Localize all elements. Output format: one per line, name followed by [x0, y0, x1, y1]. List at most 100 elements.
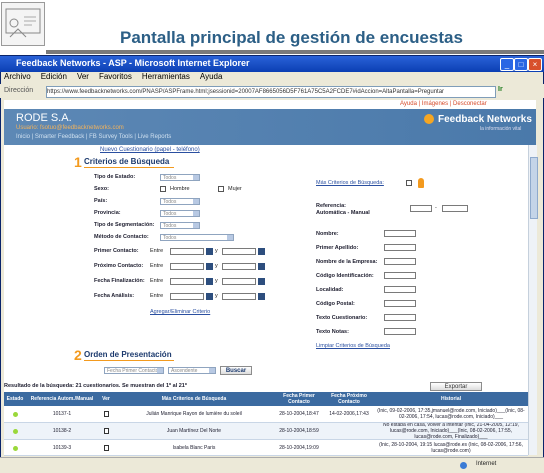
select-provincia[interactable]: Todos	[160, 210, 200, 217]
checkbox-mujer[interactable]	[218, 186, 224, 192]
input-primer-apellido[interactable]	[384, 244, 416, 251]
calendar-icon[interactable]	[206, 293, 213, 300]
table-row[interactable]: 10137-1 Julián Manrique Rayon de lumière…	[4, 406, 528, 423]
slide-title: Pantalla principal de gestión de encuest…	[120, 28, 463, 47]
table-row[interactable]: 10138-2 Juan Martínez Del Norte 28-10-20…	[4, 423, 528, 440]
search-button[interactable]: Buscar	[220, 366, 252, 375]
new-questionnaire-link[interactable]: Nuevo Cuestionario (papel - teléfono)	[100, 147, 200, 153]
calendar-icon[interactable]	[258, 263, 265, 270]
select-tipo-estado[interactable]: Todos	[160, 174, 200, 181]
input-referencia-auto[interactable]	[410, 205, 432, 212]
input-primer-hasta[interactable]	[222, 248, 256, 255]
cell-history: No estaba en casa, volver a intentar (In…	[383, 423, 519, 439]
results-table-header: Estado Referencia Autom./Manual Ver Más …	[4, 392, 528, 406]
minimize-button[interactable]: _	[500, 58, 514, 71]
status-dot-icon	[12, 428, 18, 434]
col-estado[interactable]: Estado	[4, 392, 26, 406]
input-proximo-hasta[interactable]	[222, 263, 256, 270]
checkbox-more-criteria[interactable]	[406, 180, 412, 186]
calendar-icon[interactable]	[258, 248, 265, 255]
calendar-icon[interactable]	[206, 278, 213, 285]
status-bar: Internet	[0, 457, 544, 473]
clear-criteria-link[interactable]: Limpiar Criterios de Búsqueda	[316, 343, 390, 349]
cell-name: Isabela Blanc Paris	[172, 445, 216, 451]
table-row[interactable]: 10139-3 Isabela Blanc Paris 28-10-2004,1…	[4, 440, 528, 456]
menu-ayuda[interactable]: Ayuda	[200, 72, 223, 81]
cell-first-contact: 28-10-2004,18:59	[279, 428, 319, 434]
person-icon	[418, 178, 424, 188]
label-localidad: Localidad:	[316, 287, 344, 293]
label-codigo-postal: Código Postal:	[316, 301, 355, 307]
view-document-icon[interactable]	[103, 445, 109, 451]
calendar-icon[interactable]	[258, 293, 265, 300]
input-primer-desde[interactable]	[170, 248, 204, 255]
label-tipo-estado: Tipo de Estado:	[94, 174, 136, 180]
globe-icon	[460, 462, 467, 469]
checkbox-hombre[interactable]	[160, 186, 166, 192]
scroll-thumb[interactable]	[530, 157, 538, 219]
input-finalizacion-hasta[interactable]	[222, 278, 256, 285]
calendar-icon[interactable]	[206, 263, 213, 270]
calendar-icon[interactable]	[258, 278, 265, 285]
col-ver[interactable]: Ver	[98, 392, 114, 406]
select-order-field[interactable]: Fecha Primer Contacto	[104, 367, 164, 374]
label-pais: País:	[94, 198, 108, 204]
select-order-direction[interactable]: Ascendente	[168, 367, 216, 374]
label-mujer: Mujer	[228, 186, 242, 192]
section-number-2: 2	[74, 347, 82, 363]
input-texto-cuestionario[interactable]	[384, 314, 416, 321]
label-nombre: Nombre:	[316, 231, 339, 237]
col-proximo-contacto[interactable]: Fecha Próximo Contacto	[324, 392, 374, 406]
banner-nav[interactable]: Inicio | Smarter Feedback | FB Survey To…	[16, 134, 171, 140]
label-fecha-analisis: Fecha Análisis:	[94, 293, 135, 299]
input-referencia-manual[interactable]	[442, 205, 468, 212]
go-button[interactable]: Ir	[498, 86, 503, 93]
input-analisis-desde[interactable]	[170, 293, 204, 300]
vertical-scrollbar[interactable]	[528, 145, 538, 455]
col-criterios[interactable]: Más Criterios de Búsqueda	[114, 392, 274, 406]
input-finalizacion-desde[interactable]	[170, 278, 204, 285]
col-primer-contacto[interactable]: Fecha Primer Contacto	[274, 392, 324, 406]
address-bar[interactable]: https://www.feedbacknetworks.com/PNASP/A…	[46, 86, 496, 98]
input-empresa[interactable]	[384, 258, 416, 265]
input-proximo-desde[interactable]	[170, 263, 204, 270]
input-texto-notas[interactable]	[384, 328, 416, 335]
more-criteria-label: Más Criterios de Búsqueda:	[316, 180, 384, 186]
menu-archivo[interactable]: Archivo	[4, 72, 31, 81]
label-y: y	[215, 263, 218, 269]
label-hombre: Hombre	[170, 186, 190, 192]
menu-favoritos[interactable]: Favoritos	[99, 72, 132, 81]
add-remove-criteria-link[interactable]: Agregar/Eliminar Criterio	[150, 309, 210, 315]
close-button[interactable]: ×	[528, 58, 542, 71]
input-nombre[interactable]	[384, 230, 416, 237]
col-referencia[interactable]: Referencia Autom./Manual	[26, 392, 98, 406]
view-cell	[98, 406, 114, 422]
maximize-button[interactable]: □	[514, 58, 528, 71]
cell-name: Julián Manrique Rayon de lumière du sole…	[146, 411, 242, 417]
label-automatica-manual: Automática - Manual	[316, 210, 370, 216]
menu-herramientas[interactable]: Herramientas	[142, 72, 190, 81]
label-entre: Entre	[150, 248, 164, 254]
view-document-icon[interactable]	[103, 411, 109, 417]
presenter-illustration	[1, 2, 45, 46]
select-pais[interactable]: Todos	[160, 198, 200, 205]
select-metodo-contacto[interactable]: Todos	[160, 234, 234, 241]
menu-ver[interactable]: Ver	[77, 72, 89, 81]
status-cell	[4, 440, 26, 456]
input-codigo-identificacion[interactable]	[384, 272, 416, 279]
col-historial[interactable]: Historial	[374, 392, 528, 406]
input-analisis-hasta[interactable]	[222, 293, 256, 300]
label-entre: Entre	[150, 278, 164, 284]
label-y: y	[215, 293, 218, 299]
menu-edicion[interactable]: Edición	[41, 72, 67, 81]
view-document-icon[interactable]	[103, 428, 109, 434]
input-localidad[interactable]	[384, 286, 416, 293]
export-button[interactable]: Exportar	[430, 382, 482, 391]
section-underline	[84, 167, 174, 168]
select-tipo-segmentacion[interactable]: Todos	[160, 222, 200, 229]
calendar-icon[interactable]	[206, 248, 213, 255]
top-links[interactable]: Ayuda | Imágenes | Desconectar	[400, 101, 487, 107]
label-texto-notas: Texto Notas:	[316, 329, 349, 335]
input-codigo-postal[interactable]	[384, 300, 416, 307]
cell-history: (Inic, 09-02-2006, 17:35,jmanuel@rode.co…	[377, 408, 525, 420]
